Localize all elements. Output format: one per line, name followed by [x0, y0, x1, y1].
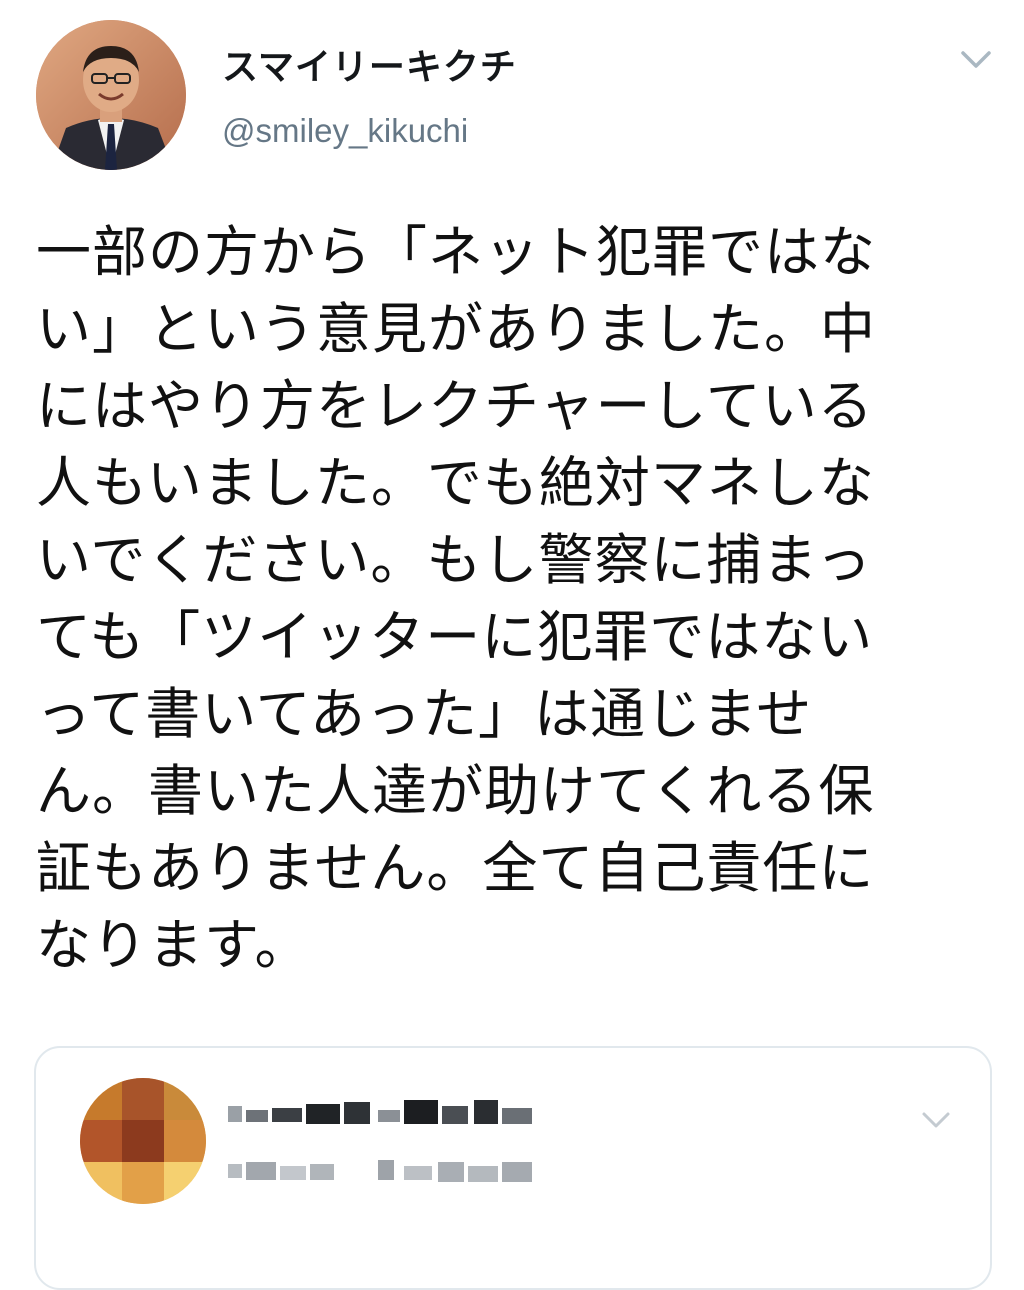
- tweet-text-line: にはやり方をレクチャーしている: [36, 374, 874, 438]
- author-display-name[interactable]: スマイリーキクチ: [222, 38, 517, 90]
- tweet-text-line: 一部の方から「ネット犯罪ではな: [36, 220, 877, 284]
- tweet: スマイリーキクチ @smiley_kikuchi 一部の方から「ネット犯罪ではな…: [0, 0, 1024, 1290]
- quoted-tweet-name-redacted: [228, 1096, 548, 1130]
- chevron-down-icon: [922, 1112, 950, 1128]
- tweet-text-line: 証もありません。全て自己責任に: [36, 836, 875, 900]
- tweet-menu-button[interactable]: [958, 44, 994, 74]
- tweet-text-line: い」という意見がありました。中: [36, 297, 877, 361]
- tweet-text-line: いでください。もし警察に捕まっ: [36, 528, 873, 592]
- profile-photo-icon: [36, 20, 186, 170]
- tweet-text-line: ても「ツイッターに犯罪ではない: [36, 605, 874, 669]
- chevron-down-icon: [961, 51, 991, 68]
- quoted-tweet-handle-redacted: [228, 1156, 548, 1186]
- quoted-tweet-card[interactable]: [34, 1046, 992, 1290]
- tweet-text: 一部の方から「ネット犯罪ではな い」という意見がありました。中 にはやり方をレク…: [36, 214, 986, 984]
- blurred-avatar-icon: [80, 1078, 206, 1204]
- tweet-text-line: ん。書いた人達が助けてくれる保: [36, 759, 875, 823]
- author-avatar[interactable]: [36, 20, 186, 170]
- tweet-text-line: って書いてあった」は通じませ: [36, 682, 813, 746]
- tweet-text-line: なります。: [36, 913, 311, 977]
- quoted-tweet-menu-button[interactable]: [920, 1108, 952, 1132]
- tweet-text-line: 人もいました。でも絶対マネしな: [36, 451, 875, 515]
- quoted-tweet-avatar[interactable]: [80, 1078, 206, 1204]
- author-handle[interactable]: @smiley_kikuchi: [222, 112, 468, 150]
